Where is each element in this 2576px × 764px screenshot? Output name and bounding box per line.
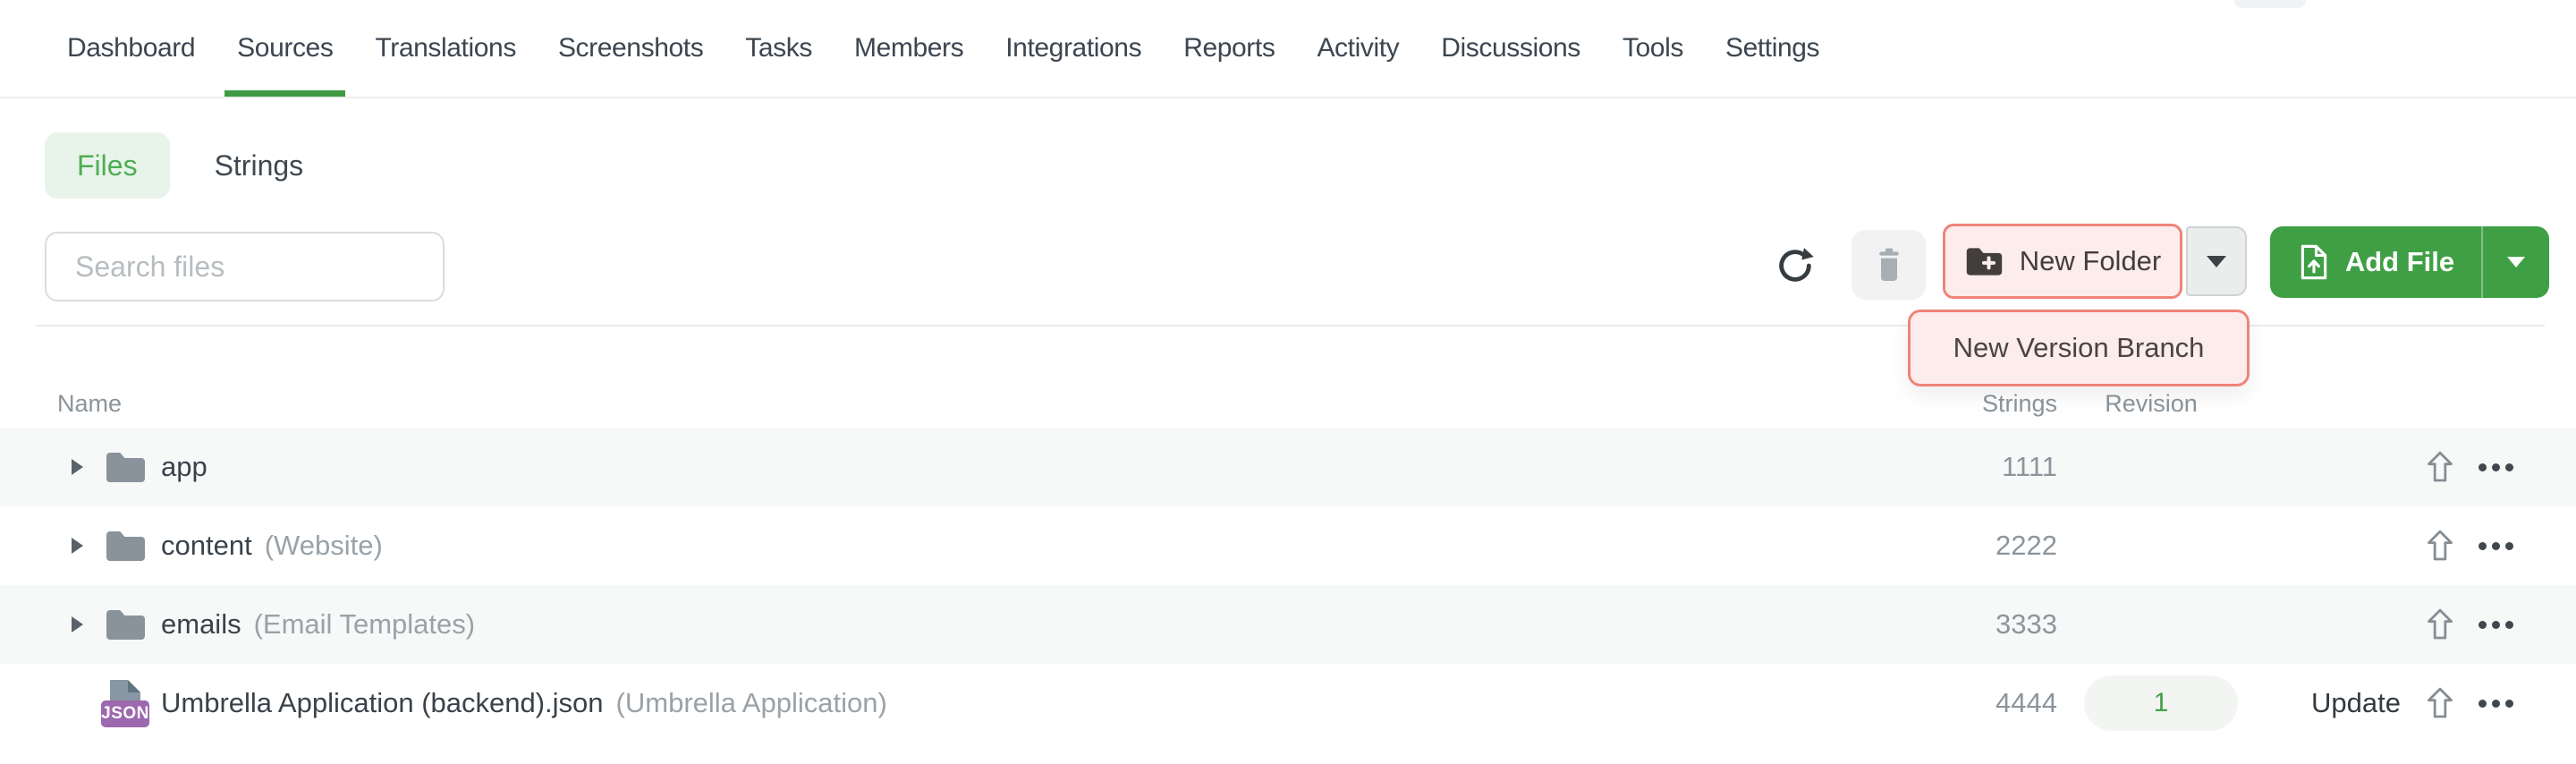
nav-item-members[interactable]: Members: [854, 0, 963, 97]
folder-icon: [100, 428, 150, 506]
menu-item-new-version-branch[interactable]: New Version Branch: [1953, 332, 2205, 364]
folder-note: (Email Templates): [254, 608, 476, 641]
folder-name: app: [161, 451, 208, 483]
table-row-folder-emails[interactable]: emails (Email Templates) 3333: [0, 585, 2576, 664]
upload-icon: [2422, 527, 2458, 565]
file-name: Umbrella Application (backend).json: [161, 687, 604, 719]
delete-button[interactable]: [1852, 230, 1926, 300]
file-type-badge: JSON: [101, 700, 149, 727]
add-file-button[interactable]: Add File: [2270, 226, 2481, 298]
strings-count: 3333: [1860, 585, 2057, 664]
file-name-cell[interactable]: app: [161, 428, 208, 506]
file-name-cell[interactable]: Umbrella Application (backend).json (Umb…: [161, 664, 887, 743]
refresh-icon: [1775, 245, 1816, 286]
upload-icon: [2422, 684, 2458, 722]
add-file-dropdown-toggle[interactable]: [2483, 226, 2549, 298]
column-header-name[interactable]: Name: [57, 390, 122, 418]
files-table: app 1111 content: [0, 428, 2576, 743]
column-header-strings[interactable]: Strings: [1860, 390, 2057, 418]
add-file-label: Add File: [2345, 246, 2454, 278]
update-link[interactable]: Update: [2275, 664, 2436, 743]
upload-button[interactable]: [2420, 664, 2460, 743]
file-note: (Umbrella Application): [616, 687, 887, 719]
new-folder-dropdown-menu: New Version Branch: [1908, 310, 2250, 386]
upload-button[interactable]: [2420, 585, 2460, 664]
nav-item-tasks[interactable]: Tasks: [745, 0, 812, 97]
nav-item-activity[interactable]: Activity: [1317, 0, 1399, 97]
new-folder-icon: [1964, 244, 2004, 278]
project-nav: Dashboard Sources Translations Screensho…: [0, 0, 2576, 98]
folder-icon: [100, 506, 150, 585]
expand-toggle[interactable]: [66, 428, 88, 506]
sources-files-page: Dashboard Sources Translations Screensho…: [0, 0, 2576, 764]
upload-button[interactable]: [2420, 506, 2460, 585]
more-actions-button[interactable]: [2470, 506, 2521, 585]
nav-item-tools[interactable]: Tools: [1623, 0, 1683, 97]
folder-name: emails: [161, 608, 242, 641]
new-folder-label: New Folder: [2020, 245, 2162, 277]
nav-item-screenshots[interactable]: Screenshots: [558, 0, 703, 97]
refresh-button[interactable]: [1773, 243, 1818, 288]
more-actions-button[interactable]: [2470, 664, 2521, 743]
new-folder-button[interactable]: New Folder: [1943, 224, 2182, 299]
nav-item-sources[interactable]: Sources: [237, 0, 333, 97]
folder-icon: [100, 585, 150, 664]
strings-count: 4444: [1860, 664, 2057, 743]
expand-toggle[interactable]: [66, 585, 88, 664]
strings-count: 1111: [1860, 428, 2057, 506]
upload-icon: [2422, 448, 2458, 486]
tab-strings[interactable]: Strings: [215, 149, 304, 183]
tab-files[interactable]: Files: [45, 132, 170, 199]
more-actions-button[interactable]: [2470, 428, 2521, 506]
nav-item-discussions[interactable]: Discussions: [1441, 0, 1580, 97]
revision-badge[interactable]: 1: [2084, 675, 2238, 731]
chevron-right-icon: [72, 616, 83, 632]
nav-item-settings[interactable]: Settings: [1725, 0, 1819, 97]
table-row-file-umbrella-json[interactable]: JSON Umbrella Application (backend).json…: [0, 664, 2576, 743]
new-folder-dropdown-toggle[interactable]: [2186, 226, 2247, 296]
file-name-cell[interactable]: content (Website): [161, 506, 383, 585]
chevron-down-icon: [2507, 257, 2525, 267]
nav-item-dashboard[interactable]: Dashboard: [67, 0, 195, 97]
nav-item-integrations[interactable]: Integrations: [1005, 0, 1141, 97]
add-file-split-button: Add File: [2270, 226, 2549, 298]
json-file-icon: JSON: [100, 664, 150, 743]
chevron-right-icon: [72, 538, 83, 554]
expand-toggle[interactable]: [66, 506, 88, 585]
chevron-down-icon: [2207, 256, 2226, 267]
folder-name: content: [161, 530, 252, 562]
add-file-icon: [2297, 243, 2331, 281]
column-header-revision[interactable]: Revision: [2062, 390, 2241, 418]
table-row-folder-content[interactable]: content (Website) 2222: [0, 506, 2576, 585]
revision-cell[interactable]: 1: [2084, 664, 2238, 743]
upload-button[interactable]: [2420, 428, 2460, 506]
search-files-input[interactable]: [45, 232, 445, 301]
trash-icon: [1871, 245, 1907, 284]
more-actions-button[interactable]: [2470, 585, 2521, 664]
upload-icon: [2422, 606, 2458, 643]
strings-count: 2222: [1860, 506, 2057, 585]
sources-tabs: Files Strings: [45, 132, 303, 199]
file-name-cell[interactable]: emails (Email Templates): [161, 585, 475, 664]
nav-item-translations[interactable]: Translations: [375, 0, 516, 97]
nav-item-reports[interactable]: Reports: [1183, 0, 1275, 97]
table-row-folder-app[interactable]: app 1111: [0, 428, 2576, 506]
chevron-right-icon: [72, 459, 83, 475]
folder-note: (Website): [265, 530, 383, 562]
